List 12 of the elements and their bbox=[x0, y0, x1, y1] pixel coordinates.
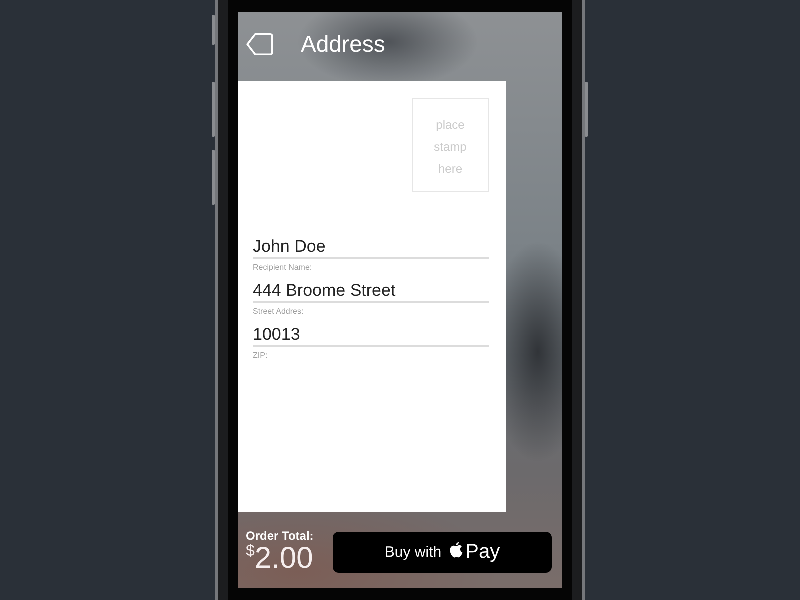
screen-title: Address bbox=[301, 30, 386, 58]
text-field[interactable]: 444 Broome Street bbox=[253, 281, 489, 303]
apple-icon bbox=[448, 542, 463, 558]
field-label: Recipient Name: bbox=[253, 262, 314, 273]
order-total-label: Order Total: bbox=[246, 529, 314, 543]
field-label: Street Addres: bbox=[253, 306, 305, 317]
field-label: ZIP: bbox=[253, 350, 269, 361]
pay-button[interactable]: Buy with Pay bbox=[333, 532, 552, 572]
order-total-amount: $^{$}$2.00 bbox=[246, 543, 314, 575]
back-icon[interactable] bbox=[246, 32, 274, 56]
text-field[interactable]: 10013 bbox=[253, 325, 489, 347]
text-field[interactable]: John Doe bbox=[253, 237, 489, 259]
